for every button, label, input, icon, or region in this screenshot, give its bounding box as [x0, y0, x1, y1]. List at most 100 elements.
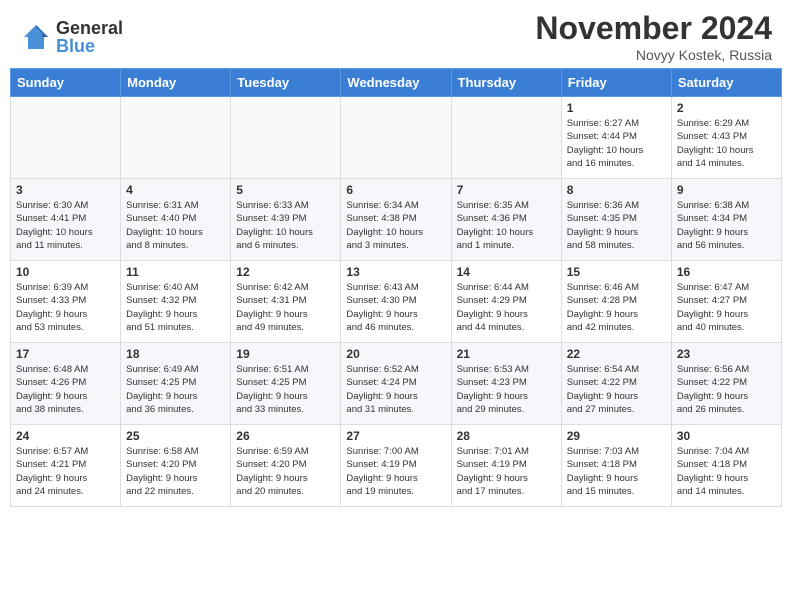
day-info: Sunrise: 6:58 AM Sunset: 4:20 PM Dayligh… [126, 445, 225, 498]
logo-icon [20, 21, 52, 53]
logo-text: General Blue [56, 19, 123, 55]
table-row: 24 Sunrise: 6:57 AM Sunset: 4:21 PM Dayli… [11, 425, 121, 507]
day-number: 21 [457, 347, 556, 361]
day-number: 1 [567, 101, 666, 115]
day-info: Sunrise: 6:47 AM Sunset: 4:27 PM Dayligh… [677, 281, 776, 334]
day-info: Sunrise: 6:42 AM Sunset: 4:31 PM Dayligh… [236, 281, 335, 334]
table-row: 15Sunrise: 6:46 AM Sunset: 4:28 PM Dayli… [561, 261, 671, 343]
day-info: Sunrise: 6:51 AM Sunset: 4:25 PM Dayligh… [236, 363, 335, 416]
table-row: 27Sunrise: 7:00 AM Sunset: 4:19 PM Dayli… [341, 425, 451, 507]
table-row: 19 Sunrise: 6:51 AM Sunset: 4:25 PM Dayli… [231, 343, 341, 425]
day-info: Sunrise: 7:01 AM Sunset: 4:19 PM Dayligh… [457, 445, 556, 498]
col-saturday: Saturday [671, 69, 781, 97]
calendar-week-row: 24 Sunrise: 6:57 AM Sunset: 4:21 PM Dayli… [11, 425, 782, 507]
calendar-week-row: 10 Sunrise: 6:39 AM Sunset: 4:33 PM Dayli… [11, 261, 782, 343]
table-row: 26Sunrise: 6:59 AM Sunset: 4:20 PM Dayli… [231, 425, 341, 507]
day-number: 9 [677, 183, 776, 197]
day-number: 28 [457, 429, 556, 443]
calendar-header-row: Sunday Monday Tuesday Wednesday Thursday… [11, 69, 782, 97]
table-row: 23 Sunrise: 6:56 AM Sunset: 4:22 PM Dayli… [671, 343, 781, 425]
logo-general-text: General [56, 19, 123, 37]
col-wednesday: Wednesday [341, 69, 451, 97]
day-info: Sunrise: 6:44 AM Sunset: 4:29 PM Dayligh… [457, 281, 556, 334]
table-row: 8 Sunrise: 6:36 AM Sunset: 4:35 PM Daylig… [561, 179, 671, 261]
calendar-table: Sunday Monday Tuesday Wednesday Thursday… [10, 68, 782, 507]
location-subtitle: Novyy Kostek, Russia [535, 47, 772, 63]
day-info: Sunrise: 6:56 AM Sunset: 4:22 PM Dayligh… [677, 363, 776, 416]
logo: General Blue [20, 19, 123, 55]
page-header: General Blue November 2024 Novyy Kostek,… [0, 0, 792, 68]
table-row: 28 Sunrise: 7:01 AM Sunset: 4:19 PM Dayli… [451, 425, 561, 507]
table-row: 17Sunrise: 6:48 AM Sunset: 4:26 PM Dayli… [11, 343, 121, 425]
day-info: Sunrise: 6:46 AM Sunset: 4:28 PM Dayligh… [567, 281, 666, 334]
table-row: 5 Sunrise: 6:33 AM Sunset: 4:39 PM Daylig… [231, 179, 341, 261]
calendar: Sunday Monday Tuesday Wednesday Thursday… [0, 68, 792, 517]
table-row: 10 Sunrise: 6:39 AM Sunset: 4:33 PM Dayli… [11, 261, 121, 343]
table-row: 12Sunrise: 6:42 AM Sunset: 4:31 PM Dayli… [231, 261, 341, 343]
day-info: Sunrise: 6:53 AM Sunset: 4:23 PM Dayligh… [457, 363, 556, 416]
day-info: Sunrise: 7:04 AM Sunset: 4:18 PM Dayligh… [677, 445, 776, 498]
table-row: 30Sunrise: 7:04 AM Sunset: 4:18 PM Dayli… [671, 425, 781, 507]
table-row: 3 Sunrise: 6:30 AM Sunset: 4:41 PM Daylig… [11, 179, 121, 261]
month-title: November 2024 [535, 10, 772, 47]
day-number: 8 [567, 183, 666, 197]
table-row [341, 97, 451, 179]
day-info: Sunrise: 6:29 AM Sunset: 4:43 PM Dayligh… [677, 117, 776, 170]
day-info: Sunrise: 6:30 AM Sunset: 4:41 PM Dayligh… [16, 199, 115, 252]
day-info: Sunrise: 6:54 AM Sunset: 4:22 PM Dayligh… [567, 363, 666, 416]
day-info: Sunrise: 6:34 AM Sunset: 4:38 PM Dayligh… [346, 199, 445, 252]
table-row: 16 Sunrise: 6:47 AM Sunset: 4:27 PM Dayli… [671, 261, 781, 343]
calendar-week-row: 1Sunrise: 6:27 AM Sunset: 4:44 PM Daylig… [11, 97, 782, 179]
day-number: 19 [236, 347, 335, 361]
day-info: Sunrise: 6:33 AM Sunset: 4:39 PM Dayligh… [236, 199, 335, 252]
day-info: Sunrise: 6:43 AM Sunset: 4:30 PM Dayligh… [346, 281, 445, 334]
table-row: 25 Sunrise: 6:58 AM Sunset: 4:20 PM Dayli… [121, 425, 231, 507]
day-number: 2 [677, 101, 776, 115]
table-row: 13Sunrise: 6:43 AM Sunset: 4:30 PM Dayli… [341, 261, 451, 343]
table-row: 7 Sunrise: 6:35 AM Sunset: 4:36 PM Daylig… [451, 179, 561, 261]
table-row [121, 97, 231, 179]
table-row: 2 Sunrise: 6:29 AM Sunset: 4:43 PM Daylig… [671, 97, 781, 179]
day-number: 22 [567, 347, 666, 361]
table-row: 29 Sunrise: 7:03 AM Sunset: 4:18 PM Dayli… [561, 425, 671, 507]
day-info: Sunrise: 6:48 AM Sunset: 4:26 PM Dayligh… [16, 363, 115, 416]
day-info: Sunrise: 6:39 AM Sunset: 4:33 PM Dayligh… [16, 281, 115, 334]
col-sunday: Sunday [11, 69, 121, 97]
logo-blue-text: Blue [56, 37, 123, 55]
day-info: Sunrise: 6:40 AM Sunset: 4:32 PM Dayligh… [126, 281, 225, 334]
day-info: Sunrise: 6:31 AM Sunset: 4:40 PM Dayligh… [126, 199, 225, 252]
calendar-week-row: 17Sunrise: 6:48 AM Sunset: 4:26 PM Dayli… [11, 343, 782, 425]
day-number: 6 [346, 183, 445, 197]
day-number: 18 [126, 347, 225, 361]
day-number: 4 [126, 183, 225, 197]
day-number: 27 [346, 429, 445, 443]
table-row: 14Sunrise: 6:44 AM Sunset: 4:29 PM Dayli… [451, 261, 561, 343]
title-area: November 2024 Novyy Kostek, Russia [535, 10, 772, 63]
day-number: 26 [236, 429, 335, 443]
day-number: 23 [677, 347, 776, 361]
day-number: 24 [16, 429, 115, 443]
day-info: Sunrise: 6:36 AM Sunset: 4:35 PM Dayligh… [567, 199, 666, 252]
day-number: 25 [126, 429, 225, 443]
day-number: 10 [16, 265, 115, 279]
table-row [231, 97, 341, 179]
day-number: 16 [677, 265, 776, 279]
day-info: Sunrise: 6:35 AM Sunset: 4:36 PM Dayligh… [457, 199, 556, 252]
day-info: Sunrise: 6:52 AM Sunset: 4:24 PM Dayligh… [346, 363, 445, 416]
table-row [11, 97, 121, 179]
day-info: Sunrise: 7:03 AM Sunset: 4:18 PM Dayligh… [567, 445, 666, 498]
table-row: 6 Sunrise: 6:34 AM Sunset: 4:38 PM Daylig… [341, 179, 451, 261]
col-thursday: Thursday [451, 69, 561, 97]
table-row [451, 97, 561, 179]
table-row: 9Sunrise: 6:38 AM Sunset: 4:34 PM Daylig… [671, 179, 781, 261]
day-number: 11 [126, 265, 225, 279]
day-number: 5 [236, 183, 335, 197]
table-row: 18 Sunrise: 6:49 AM Sunset: 4:25 PM Dayli… [121, 343, 231, 425]
table-row: 21 Sunrise: 6:53 AM Sunset: 4:23 PM Dayli… [451, 343, 561, 425]
day-number: 7 [457, 183, 556, 197]
day-number: 20 [346, 347, 445, 361]
day-info: Sunrise: 6:49 AM Sunset: 4:25 PM Dayligh… [126, 363, 225, 416]
day-number: 29 [567, 429, 666, 443]
day-number: 3 [16, 183, 115, 197]
day-info: Sunrise: 6:57 AM Sunset: 4:21 PM Dayligh… [16, 445, 115, 498]
